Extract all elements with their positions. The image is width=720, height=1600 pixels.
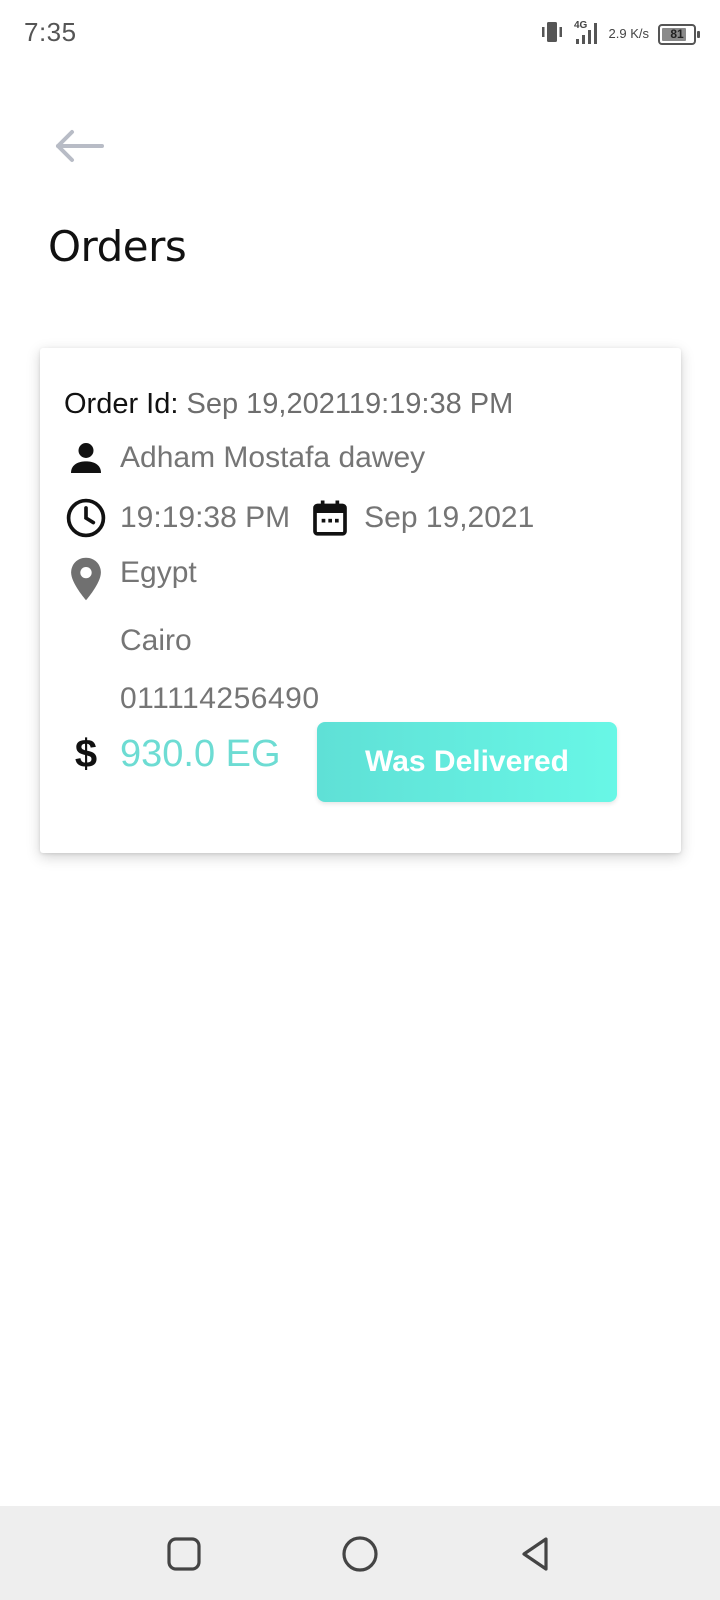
dollar-icon: $ bbox=[74, 732, 98, 776]
screen: 7:35 4G 2.9 K/s 81 Orders Order Id: Sep … bbox=[0, 0, 720, 1600]
signal-4g-icon: 4G bbox=[572, 17, 602, 52]
network-speed: 2.9 K/s bbox=[609, 27, 650, 41]
order-card[interactable]: Order Id: Sep 19,202119:19:38 PM Adham M… bbox=[40, 348, 681, 853]
clock-icon bbox=[64, 496, 108, 540]
battery-level: 81 bbox=[670, 27, 684, 41]
order-status-button[interactable]: Was Delivered bbox=[317, 722, 617, 802]
location-pin-icon bbox=[64, 556, 108, 616]
network-speed-unit: K/s bbox=[630, 26, 649, 41]
customer-name: Adham Mostafa dawey bbox=[120, 441, 426, 474]
arrow-left-icon bbox=[56, 130, 104, 162]
order-price: 930.0 EG bbox=[120, 733, 281, 775]
circle-icon bbox=[342, 1536, 378, 1572]
system-nav-bar bbox=[0, 1506, 720, 1600]
person-icon bbox=[64, 436, 108, 480]
order-country: Egypt bbox=[120, 556, 197, 589]
time-row: 19:19:38 PM Sep 19,2021 bbox=[64, 496, 534, 540]
location-row: Egypt bbox=[64, 556, 197, 616]
calendar-icon bbox=[308, 496, 352, 540]
status-icons: 4G 2.9 K/s 81 bbox=[532, 14, 700, 54]
page-title: Orders bbox=[48, 222, 187, 271]
triangle-back-icon bbox=[522, 1537, 548, 1571]
battery-icon: 81 bbox=[658, 23, 700, 45]
network-type-label: 4G bbox=[574, 20, 588, 31]
customer-row: Adham Mostafa dawey bbox=[64, 436, 425, 480]
status-time: 7:35 bbox=[24, 17, 77, 47]
system-back-button[interactable] bbox=[514, 1532, 558, 1576]
order-city: Cairo bbox=[120, 624, 192, 657]
order-phone: 011114256490 bbox=[120, 682, 320, 715]
recent-apps-button[interactable] bbox=[162, 1532, 206, 1576]
order-id-label: Order Id: bbox=[64, 388, 179, 420]
order-date: Sep 19,2021 bbox=[364, 501, 535, 534]
network-speed-value: 2.9 bbox=[608, 26, 627, 41]
price-row: $ 930.0 EG bbox=[68, 732, 281, 777]
status-bar: 7:35 4G 2.9 K/s 81 bbox=[0, 0, 720, 66]
order-time: 19:19:38 PM bbox=[120, 501, 291, 534]
square-icon bbox=[167, 1537, 201, 1571]
home-button[interactable] bbox=[338, 1532, 382, 1576]
order-id-row: Order Id: Sep 19,202119:19:38 PM bbox=[64, 388, 513, 421]
back-button[interactable] bbox=[52, 126, 106, 166]
order-id-value: Sep 19,202119:19:38 PM bbox=[178, 388, 514, 420]
vibrate-icon bbox=[539, 19, 565, 50]
